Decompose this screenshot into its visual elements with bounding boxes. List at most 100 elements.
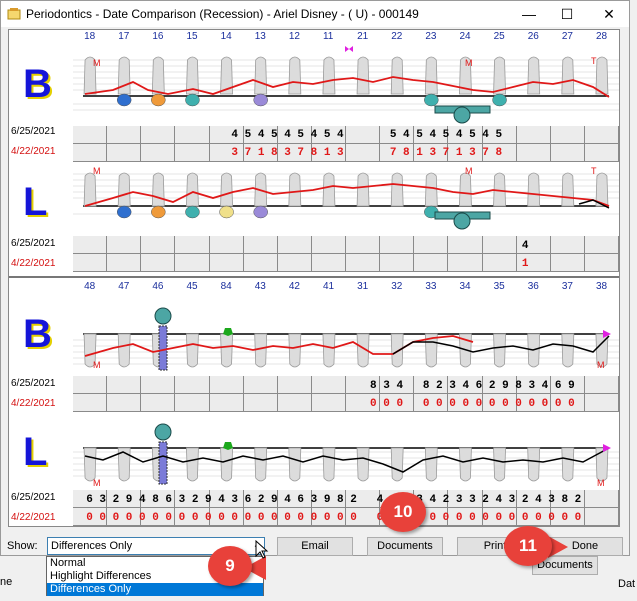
upper-lingual-date1: 6/25/2021	[11, 238, 56, 249]
svg-text:M: M	[597, 360, 605, 370]
tooth-icon	[390, 172, 404, 207]
tooth-icon	[117, 56, 131, 95]
tooth-icon	[220, 333, 233, 368]
upper-buccal-teeth-chart: M M T	[73, 46, 619, 124]
tooth-icon	[151, 172, 165, 207]
upper-lingual-letter: L	[23, 180, 48, 224]
perio-chart: 18 17 16 15 14 13 12 11 21 22 23 24 25 26 27 28 B M M T…	[8, 29, 620, 527]
bg-label-dat: Dat	[618, 578, 636, 590]
tooth-crown-icon	[116, 205, 132, 219]
tooth-number: 41	[322, 281, 335, 292]
tooth-icon	[390, 447, 404, 482]
upper-lingual-values-previous: 1	[73, 258, 529, 270]
documents-button[interactable]: Documents	[367, 537, 443, 556]
tooth-crown-icon	[185, 205, 200, 219]
tooth-crown-icon	[253, 93, 268, 107]
arch-divider	[9, 276, 619, 278]
tooth-number: 13	[254, 31, 266, 42]
tooth-number: 37	[561, 281, 573, 292]
email-button[interactable]: Email	[277, 537, 353, 556]
upper-buccal-date2: 4/22/2021	[11, 146, 56, 157]
tooth-crown-icon	[253, 205, 268, 219]
tooth-icon	[254, 447, 268, 482]
svg-text:T: T	[591, 56, 597, 66]
tooth-crown-icon	[151, 93, 166, 107]
tooth-icon	[356, 56, 370, 95]
upper-buccal-values-previous: 3 7 1 8 3 7 8 1 3 7 8 1 3 7 1 3 7 8	[73, 147, 503, 159]
tooth-number: 24	[459, 31, 471, 42]
tooth-icon	[595, 447, 609, 482]
tooth-number: 22	[391, 31, 403, 42]
date-comparison-window: Periodontics - Date Comparison (Recessio…	[0, 0, 630, 556]
tooth-icon	[356, 172, 370, 207]
tooth-number: 45	[186, 281, 198, 292]
tooth-number: 34	[459, 281, 471, 292]
upper-buccal-values-current: 4 5 4 5 4 5 4 5 4 5 4 5 4 5 4 5 4 5	[73, 129, 503, 141]
svg-text:T: T	[591, 166, 597, 176]
tooth-icon	[322, 56, 336, 95]
lower-lingual-date1: 6/25/2021	[11, 492, 56, 503]
tooth-icon	[493, 333, 506, 368]
tooth-number: 25	[493, 31, 505, 42]
tooth-icon	[493, 447, 506, 482]
tooth-icon	[288, 447, 302, 482]
svg-text:M: M	[93, 360, 101, 370]
window-title: Periodontics - Date Comparison (Recessio…	[26, 7, 419, 21]
close-button[interactable]: ✕	[591, 1, 627, 27]
callout-10: 10	[380, 492, 426, 532]
tooth-number: 28	[595, 31, 608, 42]
tooth-icon	[254, 333, 268, 368]
tooth-icon	[83, 447, 97, 482]
tooth-number: 12	[288, 31, 300, 42]
lower-lingual-values-current: 6 3 2 9 4 8 6 3 2 9 4 3 6 2 9 4 6 3 9 8 …	[73, 494, 582, 506]
tooth-icon	[527, 172, 541, 207]
tooth-number: 35	[493, 281, 505, 292]
svg-text:M: M	[465, 166, 473, 176]
tooth-icon	[117, 333, 131, 368]
tooth-number: 27	[561, 31, 573, 42]
tooth-icon	[288, 333, 302, 368]
lower-lingual-teeth-chart: M M	[73, 423, 619, 488]
svg-text:M: M	[465, 58, 473, 68]
show-select-value: Differences Only	[51, 540, 133, 552]
mouse-cursor-icon	[255, 540, 269, 559]
tooth-icon	[151, 56, 165, 95]
maximize-button[interactable]: ☐	[549, 1, 585, 27]
upper-lingual-teeth-chart: M M T	[73, 166, 619, 230]
svg-text:M: M	[93, 478, 101, 488]
tooth-icon	[254, 56, 268, 95]
tooth-number: 26	[527, 31, 539, 42]
tooth-icon	[356, 447, 370, 482]
tooth-icon	[322, 447, 336, 482]
lower-buccal-teeth-chart: M M	[73, 307, 619, 371]
tooth-crown-icon	[185, 93, 200, 107]
tooth-icon	[459, 172, 472, 207]
callout-9: 9	[208, 546, 252, 586]
upper-buccal-date1: 6/25/2021	[11, 126, 56, 137]
tooth-number: 36	[527, 281, 539, 292]
tooth-crown-icon	[219, 205, 234, 219]
lower-buccal-date1: 6/25/2021	[11, 378, 56, 389]
tooth-number: 18	[84, 31, 96, 42]
tooth-number: 11	[322, 31, 334, 42]
tooth-icon	[527, 447, 541, 482]
minimize-button[interactable]: —	[511, 1, 547, 27]
svg-text:M: M	[597, 478, 605, 488]
lower-lingual-values-previous: 0 0 0 0 0 0 0 0 0 0 0 0 0 0 0 0 0 0 0 0 …	[73, 512, 582, 524]
tooth-number: 46	[152, 281, 164, 292]
tooth-number: 47	[118, 281, 130, 292]
tooth-icon	[186, 172, 199, 207]
tooth-icon	[288, 56, 302, 95]
tooth-number: 21	[357, 31, 369, 42]
lower-lingual-letter: L	[23, 430, 48, 474]
tooth-icon	[424, 447, 438, 482]
tooth-number: 42	[288, 281, 300, 292]
lower-buccal-values-current: 8 3 4 8 2 3 4 6 2 9 8 3 4 6 9	[73, 380, 575, 392]
tooth-number: 38	[595, 281, 608, 292]
upper-buccal-letter: B	[23, 62, 52, 106]
tooth-icon	[322, 333, 336, 368]
lower-buccal-date2: 4/22/2021	[11, 398, 56, 409]
tooth-crown-icon	[151, 205, 166, 219]
upper-lingual-values-current: 4	[73, 240, 529, 252]
tooth-icon	[561, 172, 575, 207]
